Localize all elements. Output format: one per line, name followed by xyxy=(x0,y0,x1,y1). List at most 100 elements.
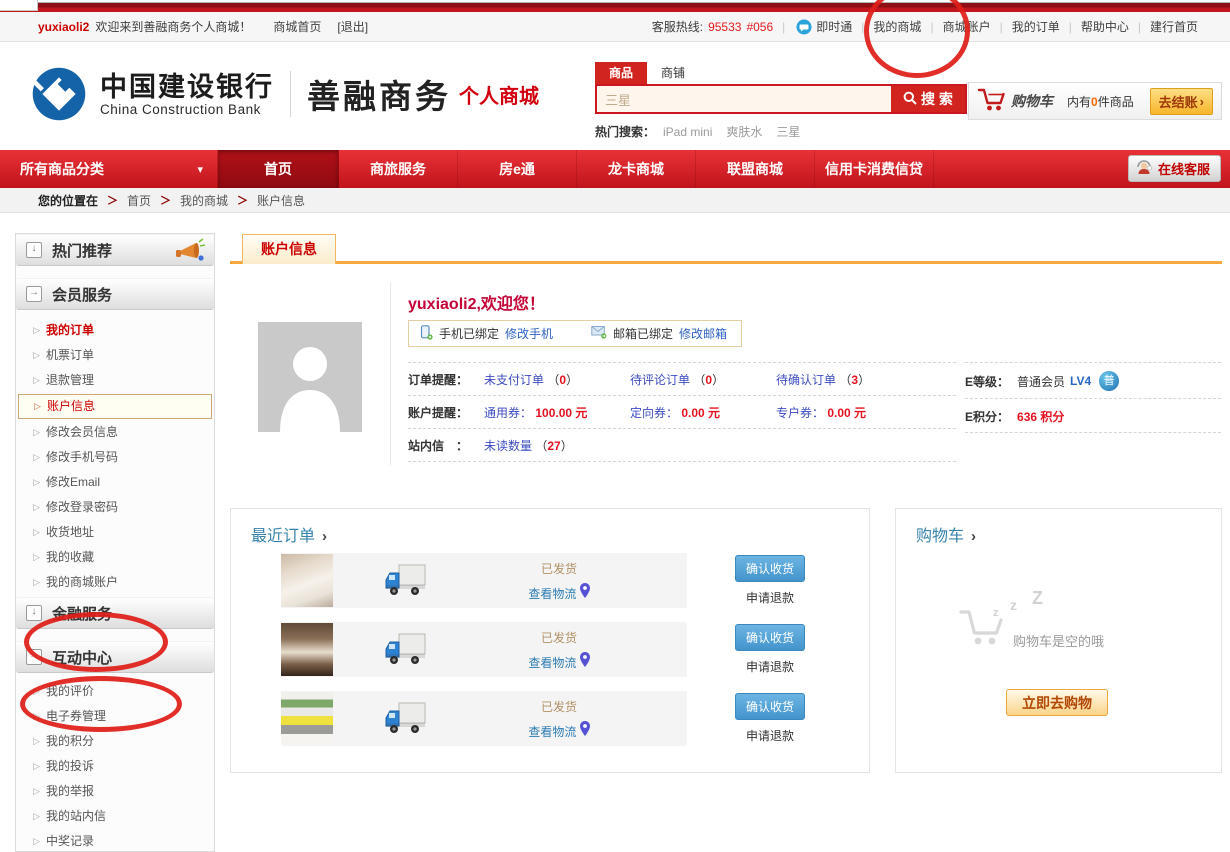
search-tab-goods[interactable]: 商品 xyxy=(595,62,647,84)
mini-cart[interactable]: 购物车 内有0件商品 去结账 › xyxy=(968,82,1222,120)
mall-home-link[interactable]: 商城首页 xyxy=(273,18,321,35)
to-review-orders-link[interactable]: 待评论订单 xyxy=(630,373,690,387)
sidebar-item-flight-orders[interactable]: ▷机票订单 xyxy=(16,343,214,368)
epoints-value: 636 积分 xyxy=(1017,408,1064,425)
separator: | xyxy=(1069,20,1072,34)
search-area: 商品 商铺 搜 索 热门搜索： iPad mini 爽肤水 三星 xyxy=(595,62,967,140)
logout-link[interactable]: [退出] xyxy=(337,18,368,35)
bank-name-en: China Construction Bank xyxy=(100,102,274,117)
username: yuxiaoli2 xyxy=(38,20,89,34)
search-input[interactable] xyxy=(597,86,891,112)
sidebar-item-mall-account[interactable]: ▷我的商城账户 xyxy=(16,570,214,595)
sidebar-item-account-info[interactable]: ▷账户信息 xyxy=(18,394,212,419)
shop-now-button[interactable]: 立即去购物 xyxy=(1006,689,1108,716)
page: yuxiaoli2 欢迎来到善融商务个人商城！ 商城首页 [退出] 客服热线: … xyxy=(0,0,1230,852)
egrade-value: 普通会员 xyxy=(1017,373,1065,390)
sidebar-item-edit-email[interactable]: ▷修改Email xyxy=(16,470,214,495)
all-categories-menu[interactable]: 所有商品分类 ▾ xyxy=(0,150,218,188)
avatar xyxy=(258,322,362,432)
separator: | xyxy=(861,20,864,34)
tab-account-info[interactable]: 账户信息 xyxy=(242,234,336,264)
request-refund-link[interactable]: 申请退款 xyxy=(746,589,794,606)
level-badge-icon: 普 xyxy=(1099,371,1119,391)
hot-keyword[interactable]: iPad mini xyxy=(663,125,712,139)
confirm-receipt-button[interactable]: 确认收货 xyxy=(735,555,805,582)
sidebar-item-edit-member-info[interactable]: ▷修改会员信息 xyxy=(16,420,214,445)
sidebar-item-my-messages[interactable]: ▷我的站内信 xyxy=(16,804,214,829)
view-logistics-link[interactable]: 查看物流 xyxy=(528,725,576,739)
collapse-arrow-icon: ↓ xyxy=(26,605,42,621)
order-row: 已发货 查看物流 确认收货 申请退款 xyxy=(281,622,869,677)
logo[interactable]: 中国建设银行 China Construction Bank 善融商务 个人商城 xyxy=(30,65,539,123)
sidebar-section-member[interactable]: → 会员服务 xyxy=(16,278,214,310)
sidebar-section-interact[interactable]: → 互动中心 xyxy=(16,641,214,673)
item-arrow-icon: ▷ xyxy=(33,704,40,729)
sidebar-section-finance[interactable]: ↓ 金融服务 xyxy=(16,597,214,629)
unpaid-orders-link[interactable]: 未支付订单 xyxy=(484,373,544,387)
breadcrumb-home[interactable]: 首页 xyxy=(127,192,151,209)
search-button-label: 搜 索 xyxy=(921,89,953,109)
instant-messenger-link[interactable]: 即时通 xyxy=(816,18,852,35)
general-coupon-link[interactable]: 通用券： xyxy=(484,406,532,420)
sidebar-item-edit-phone[interactable]: ▷修改手机号码 xyxy=(16,445,214,470)
sidebar-section-hot[interactable]: ↓ 热门推荐 xyxy=(16,234,214,266)
my-orders-link[interactable]: 我的订单 xyxy=(1012,18,1060,35)
sidebar-item-my-complaints[interactable]: ▷我的投诉 xyxy=(16,754,214,779)
search-tab-shops[interactable]: 商铺 xyxy=(647,62,699,84)
hot-keyword[interactable]: 爽肤水 xyxy=(726,123,762,140)
egrade-label: E等级： xyxy=(965,373,1009,390)
confirm-receipt-button[interactable]: 确认收货 xyxy=(735,693,805,720)
order-reminder-label: 订单提醒： xyxy=(408,371,484,388)
sidebar-item-my-orders[interactable]: ▷我的订单 xyxy=(16,318,214,343)
utility-bar: yuxiaoli2 欢迎来到善融商务个人商城！ 商城首页 [退出] 客服热线: … xyxy=(0,12,1230,42)
nav-item-alliance-mall[interactable]: 联盟商城 xyxy=(696,150,815,188)
sidebar-item-my-reports[interactable]: ▷我的举报 xyxy=(16,779,214,804)
product-image[interactable] xyxy=(281,623,333,676)
nav-item-travel[interactable]: 商旅服务 xyxy=(339,150,458,188)
my-mall-link[interactable]: 我的商城 xyxy=(873,18,921,35)
item-arrow-icon: ▷ xyxy=(33,495,40,520)
sidebar-item-edit-password[interactable]: ▷修改登录密码 xyxy=(16,495,214,520)
view-logistics-link[interactable]: 查看物流 xyxy=(528,587,576,601)
help-center-link[interactable]: 帮助中心 xyxy=(1081,18,1129,35)
checkout-button[interactable]: 去结账 › xyxy=(1150,88,1213,115)
special-coupon-link[interactable]: 专户券： xyxy=(776,406,824,420)
to-review-orders: 待评论订单 （0） xyxy=(630,371,776,388)
edit-email-link[interactable]: 修改邮箱 xyxy=(679,325,727,342)
confirm-receipt-button[interactable]: 确认收货 xyxy=(735,624,805,651)
recent-orders-title[interactable]: 最近订单› xyxy=(251,522,327,546)
to-confirm-orders-link[interactable]: 待确认订单 xyxy=(776,373,836,387)
sidebar-item-prize-records[interactable]: ▷中奖记录 xyxy=(16,829,214,852)
sidebar-item-my-reviews[interactable]: ▷我的评价 xyxy=(16,679,214,704)
cart-panel-title[interactable]: 购物车› xyxy=(916,522,976,546)
sidebar-item-refund-mgmt[interactable]: ▷退款管理 xyxy=(16,368,214,393)
ccb-logo-icon xyxy=(30,65,88,123)
online-service-button[interactable]: 在线客服 xyxy=(1128,155,1221,182)
request-refund-link[interactable]: 申请退款 xyxy=(746,658,794,675)
nav-item-house[interactable]: 房e通 xyxy=(458,150,577,188)
nav-item-credit-loan[interactable]: 信用卡消费信贷 xyxy=(815,150,934,188)
sidebar-item-ecoupon-mgmt[interactable]: ▷电子券管理 xyxy=(16,704,214,729)
unread-messages-link[interactable]: 未读数量 xyxy=(484,439,532,453)
view-logistics-link[interactable]: 查看物流 xyxy=(528,656,576,670)
mall-account-link[interactable]: 商城账户 xyxy=(943,18,991,35)
product-image[interactable] xyxy=(281,554,333,607)
nav-item-home[interactable]: 首页 xyxy=(218,150,339,188)
search-button[interactable]: 搜 索 xyxy=(891,86,965,112)
product-image[interactable] xyxy=(281,692,333,745)
request-refund-link[interactable]: 申请退款 xyxy=(746,727,794,744)
breadcrumb-my-mall[interactable]: 我的商城 xyxy=(180,192,228,209)
bank-name-cn: 中国建设银行 xyxy=(100,72,274,102)
sidebar-item-favorites[interactable]: ▷我的收藏 xyxy=(16,545,214,570)
nav-item-longcard-mall[interactable]: 龙卡商城 xyxy=(577,150,696,188)
direct-coupon-value: 0.00 元 xyxy=(681,406,720,420)
breadcrumb-separator: ＞ xyxy=(160,192,171,208)
ccb-home-link[interactable]: 建行首页 xyxy=(1150,18,1198,35)
hot-keyword[interactable]: 三星 xyxy=(776,123,800,140)
edit-phone-link[interactable]: 修改手机 xyxy=(505,325,553,342)
account-reminder-label: 账户提醒： xyxy=(408,404,484,421)
cart-count-number: 0 xyxy=(1091,95,1098,109)
sidebar-item-my-points[interactable]: ▷我的积分 xyxy=(16,729,214,754)
sidebar-item-shipping-address[interactable]: ▷收货地址 xyxy=(16,520,214,545)
direct-coupon-link[interactable]: 定向券： xyxy=(630,406,678,420)
